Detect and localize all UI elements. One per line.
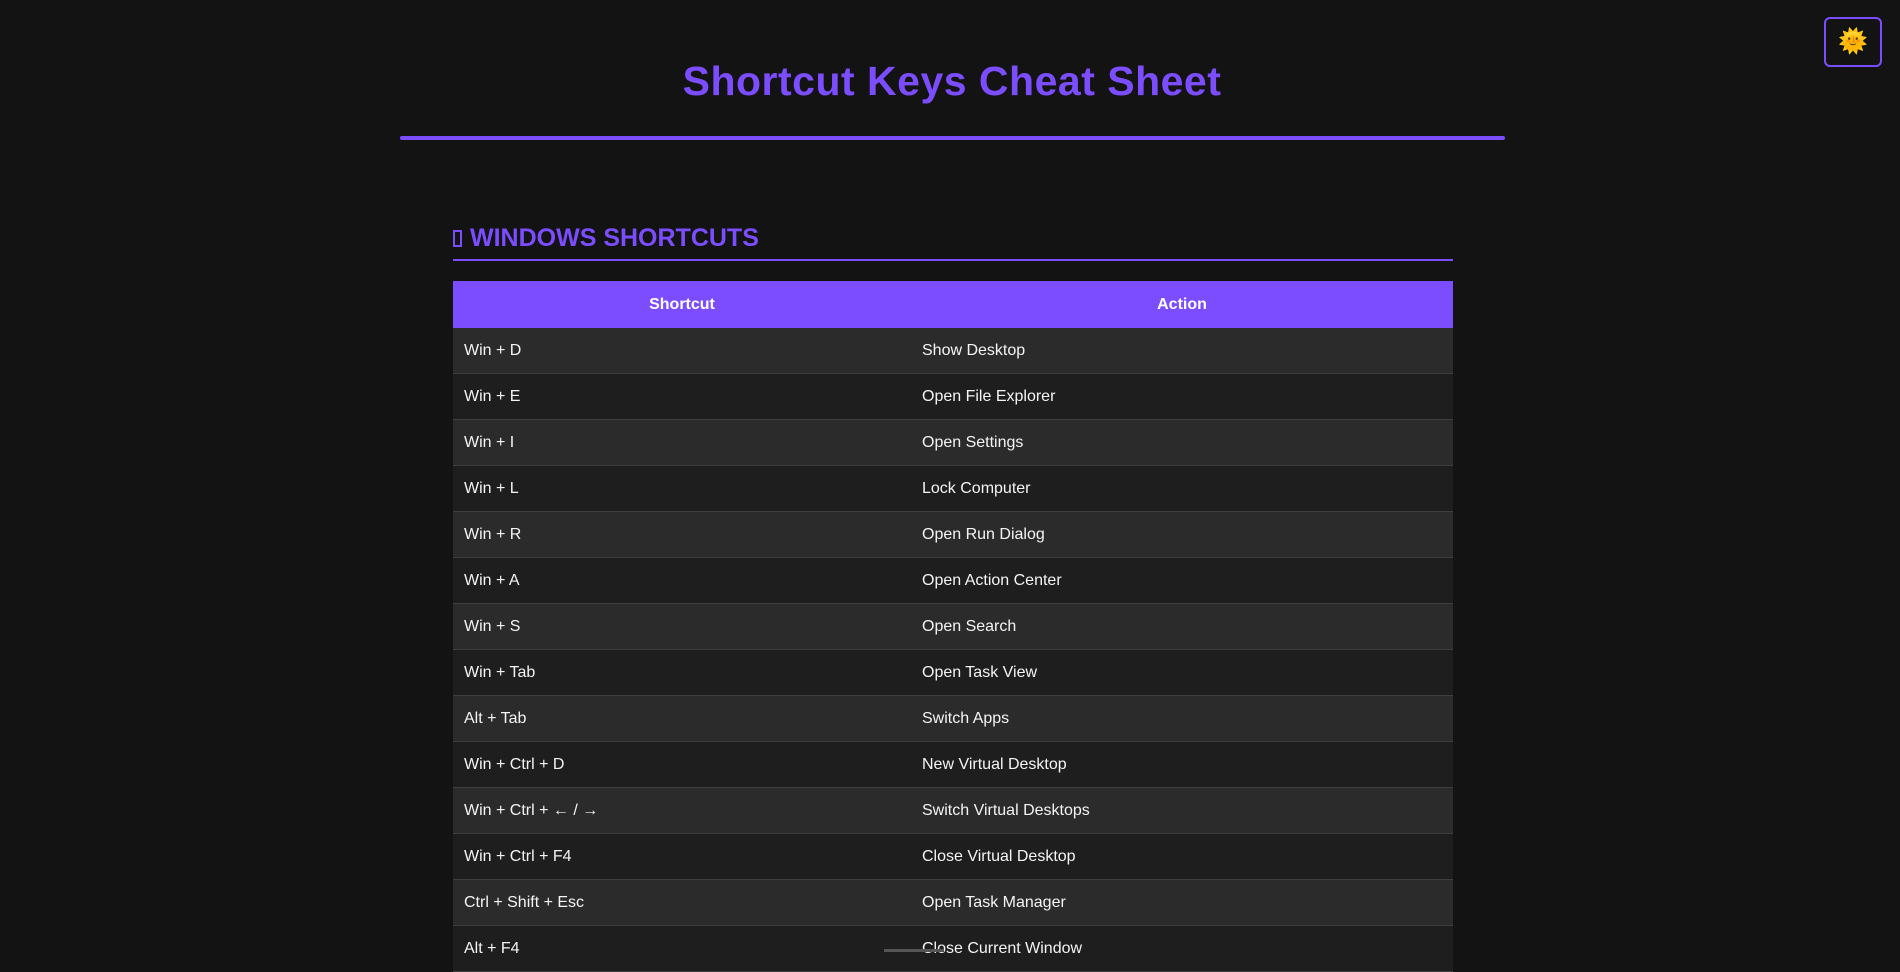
square-outline-icon <box>453 230 462 247</box>
table-row: Win + I Open Settings <box>453 419 1453 466</box>
table-row: Win + S Open Search <box>453 603 1453 650</box>
action-cell: Close Virtual Desktop <box>911 833 1453 880</box>
shortcut-cell: Win + L <box>453 465 911 512</box>
title-divider <box>400 136 1505 140</box>
column-header-action: Action <box>911 281 1453 328</box>
shortcut-cell: Alt + Tab <box>453 695 911 742</box>
shortcut-cell: Win + Ctrl + D <box>453 741 911 788</box>
shortcut-cell: Win + Tab <box>453 649 911 696</box>
action-cell: Open Task View <box>911 649 1453 696</box>
table-header-row: Shortcut Action <box>453 281 1453 328</box>
table-row: Win + Ctrl + ← / → Switch Virtual Desktop… <box>453 787 1453 834</box>
section-title: WINDOWS SHORTCUTS <box>453 224 1453 261</box>
action-cell: Close Current Window <box>911 925 1453 972</box>
table-row: Alt + Tab Switch Apps <box>453 695 1453 742</box>
shortcut-cell: Win + S <box>453 603 911 650</box>
table-row: Win + L Lock Computer <box>453 465 1453 512</box>
shortcut-cell: Win + A <box>453 557 911 604</box>
action-cell: Lock Computer <box>911 465 1453 512</box>
table-row: Win + D Show Desktop <box>453 328 1453 374</box>
shortcut-cell: Alt + F4 <box>453 925 911 972</box>
shortcut-cell: Win + E <box>453 373 911 420</box>
sun-icon: 🌞 <box>1838 28 1868 55</box>
action-cell: Open Action Center <box>911 557 1453 604</box>
action-cell: Switch Virtual Desktops <box>911 787 1453 834</box>
table-row: Alt + F4 Close Current Window <box>453 925 1453 972</box>
section-title-text: WINDOWS SHORTCUTS <box>470 224 759 252</box>
action-cell: Open Settings <box>911 419 1453 466</box>
column-header-shortcut: Shortcut <box>453 281 911 328</box>
table-row: Win + R Open Run Dialog <box>453 511 1453 558</box>
table-row: Ctrl + Shift + Esc Open Task Manager <box>453 879 1453 926</box>
table-row: Win + A Open Action Center <box>453 557 1453 604</box>
windows-shortcuts-section: WINDOWS SHORTCUTS Shortcut Action Win + … <box>453 224 1453 972</box>
shortcut-cell: Ctrl + Shift + Esc <box>453 879 911 926</box>
action-cell: Show Desktop <box>911 328 1453 374</box>
action-cell: Open Task Manager <box>911 879 1453 926</box>
table-body: Win + D Show Desktop Win + E Open File Expl… <box>453 328 1453 972</box>
table-row: Win + Ctrl + D New Virtual Desktop <box>453 741 1453 788</box>
action-cell: Open File Explorer <box>911 373 1453 420</box>
action-cell: Open Run Dialog <box>911 511 1453 558</box>
shortcut-cell: Win + R <box>453 511 911 558</box>
action-cell: New Virtual Desktop <box>911 741 1453 788</box>
shortcut-cell: Win + D <box>453 328 911 374</box>
shortcut-cell: Win + I <box>453 419 911 466</box>
table-row: Win + Tab Open Task View <box>453 649 1453 696</box>
table-row: Win + Ctrl + F4 Close Virtual Desktop <box>453 833 1453 880</box>
shortcuts-table: Shortcut Action Win + D Show Desktop Win +… <box>453 281 1453 972</box>
action-cell: Open Search <box>911 603 1453 650</box>
shortcut-cell: Win + Ctrl + F4 <box>453 833 911 880</box>
table-row: Win + E Open File Explorer <box>453 373 1453 420</box>
shortcut-cell: Win + Ctrl + ← / → <box>453 787 911 834</box>
action-cell: Switch Apps <box>911 695 1453 742</box>
page-title: Shortcut Keys Cheat Sheet <box>682 58 1222 104</box>
